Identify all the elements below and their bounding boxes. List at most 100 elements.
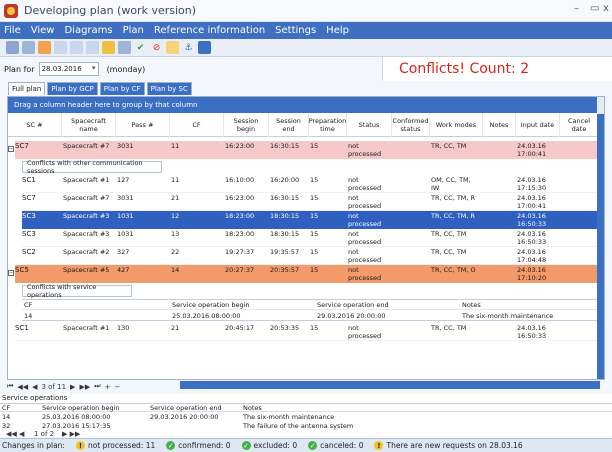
cell-input-date: 24.03.16 16:50:33	[517, 212, 547, 228]
check-circle-icon: ✓	[166, 441, 176, 450]
col-header-pass[interactable]: Pass #	[116, 113, 170, 137]
grid-vertical-scrollbar[interactable]	[597, 97, 604, 379]
anchor-icon[interactable]: ⚓	[182, 41, 195, 54]
table-row[interactable]: SC1 Spacecraft #1 130 21 20:45:17 20:53:…	[15, 323, 599, 341]
close-button[interactable]: x	[603, 3, 609, 14]
note-icon[interactable]	[166, 41, 179, 54]
delete-record-icon[interactable]: −	[114, 383, 120, 391]
tab-plan-by-sc[interactable]: Plan by SC	[146, 82, 192, 95]
group-by-panel[interactable]: Drag a column header here to group by th…	[8, 97, 604, 113]
sub-service-row[interactable]: 14 25.03.2016 08:00:00 29.03.2016 20:00:…	[22, 311, 599, 321]
table-row[interactable]: SC2 Spacecraft #2 327 22 19:27:37 19:35:…	[22, 247, 599, 265]
cell-status: not processed	[348, 230, 382, 246]
cancel-icon[interactable]: ⊘	[150, 41, 163, 54]
svc-col-begin[interactable]: Service operation begin	[42, 404, 120, 412]
exit-icon[interactable]	[198, 41, 211, 54]
cell-session-begin: 16:23:00	[225, 194, 255, 202]
cell-preparation-time: 15	[310, 142, 319, 150]
tab-plan-by-gcp[interactable]: Plan by GCP	[47, 82, 98, 95]
last-record-icon[interactable]: ⏭	[94, 382, 100, 391]
col-header-conformed-status[interactable]: Conformed status	[392, 113, 430, 137]
app-logo-icon	[4, 3, 18, 18]
grid-header: SC # Spacecraft name Pass # CF Session b…	[8, 113, 604, 137]
save-icon[interactable]	[22, 41, 35, 54]
sub-col-end[interactable]: Service operation end	[317, 301, 389, 309]
cell-preparation-time: 15	[310, 212, 319, 220]
prev-page-icon[interactable]: ◀◀	[17, 383, 28, 391]
cell-sc: SC3	[22, 230, 36, 238]
collapse-icon[interactable]: −	[8, 270, 14, 276]
cell-work-modes: TR, CC, TM	[431, 142, 467, 150]
status-canceled: ✓ canceled: 0	[305, 441, 363, 450]
col-header-session-begin[interactable]: Session begin	[224, 113, 269, 137]
next-page-icon[interactable]: ▶▶	[79, 383, 90, 391]
minimize-button[interactable]: –	[574, 3, 579, 14]
checkmark-icon[interactable]: ✔	[134, 41, 147, 54]
paste-icon[interactable]	[70, 41, 83, 54]
table-row[interactable]: SC7 Spacecraft #7 3031 21 16:23:00 16:30…	[22, 193, 599, 211]
table-row[interactable]: − SC5 Spacecraft #5 427 14 20:27:37 20:3…	[8, 265, 599, 283]
title-bar: Developing plan (work version) – ▭ x	[0, 0, 612, 22]
service-row[interactable]: 14 25.03.2016 08:00:00 29.03.2016 20:00:…	[0, 413, 612, 421]
service-operations-title: Service operations	[0, 394, 612, 403]
cell-cf: 13	[171, 230, 180, 238]
col-header-spacecraft-name[interactable]: Spacecraft name	[62, 113, 116, 137]
svc-next-icon[interactable]: ▶ ▶▶	[62, 430, 80, 438]
sub-col-cf[interactable]: CF	[24, 301, 32, 309]
svc-prev-icon[interactable]: ◀◀ ◀	[6, 430, 24, 438]
calendar-icon[interactable]	[118, 41, 131, 54]
cell-spacecraft-name: Spacecraft #1	[63, 176, 110, 184]
col-header-input-date[interactable]: Input date	[516, 113, 560, 137]
menu-help[interactable]: Help	[326, 25, 349, 36]
sub-col-begin[interactable]: Service operation begin	[172, 301, 250, 309]
col-header-cf[interactable]: CF	[170, 113, 224, 137]
first-record-icon[interactable]: ⏮	[7, 382, 13, 391]
col-header-notes[interactable]: Notes	[483, 113, 516, 137]
grid-scroll-thumb[interactable]	[597, 114, 604, 379]
menu-settings[interactable]: Settings	[275, 25, 316, 36]
menu-file[interactable]: File	[4, 25, 21, 36]
svc-col-notes[interactable]: Notes	[243, 404, 262, 412]
tab-plan-by-cf[interactable]: Plan by CF	[99, 82, 145, 95]
grid-horizontal-scrollbar[interactable]	[180, 381, 600, 389]
menu-plan[interactable]: Plan	[123, 25, 144, 36]
col-header-cancel-date[interactable]: Cancel date	[560, 113, 599, 137]
tab-full-plan[interactable]: Full plan	[8, 82, 46, 95]
plan-tabs: Full plan Plan by GCP Plan by CF Plan by…	[8, 82, 194, 96]
col-header-work-modes[interactable]: Work modes	[430, 113, 483, 137]
menu-view[interactable]: View	[31, 25, 55, 36]
collapse-icon[interactable]: −	[8, 146, 14, 152]
plan-label: Plan for	[4, 64, 35, 74]
cell-work-modes: OM, CC, TM, IW	[431, 176, 471, 192]
copy-icon[interactable]	[54, 41, 67, 54]
prev-record-icon[interactable]: ◀	[32, 383, 37, 391]
table-row[interactable]: SC1 Spacecraft #1 127 11 16:10:00 16:20:…	[22, 175, 599, 193]
sub-col-notes[interactable]: Notes	[462, 301, 481, 309]
open-icon[interactable]	[6, 41, 19, 54]
col-header-sc[interactable]: SC #	[8, 113, 62, 137]
plan-date-value: 28.03.2016	[41, 65, 82, 73]
col-header-preparation-time[interactable]: Preparation time	[309, 113, 347, 137]
edit-icon[interactable]	[38, 41, 51, 54]
chevron-down-icon[interactable]: ▾	[92, 64, 96, 72]
cell-input-date: 24.03.16 17:00:41	[517, 142, 547, 158]
cell-input-date: 24.03.16 16:50:33	[517, 230, 547, 246]
table-row[interactable]: − SC7 Spacecraft #7 3031 11 16:23:00 16:…	[8, 141, 599, 159]
svc-col-end[interactable]: Service operation end	[150, 404, 222, 412]
next-record-icon[interactable]: ▶	[70, 383, 75, 391]
service-row[interactable]: 32 27.03.2016 15:17:35 The failure of th…	[0, 422, 612, 430]
svc-record-counter: 1 of 2	[34, 430, 55, 438]
menu-diagrams[interactable]: Diagrams	[64, 25, 112, 36]
add-record-icon[interactable]: +	[105, 383, 111, 391]
print-icon[interactable]	[86, 41, 99, 54]
svc-col-cf[interactable]: CF	[2, 404, 10, 412]
folder-icon[interactable]	[102, 41, 115, 54]
table-row-selected[interactable]: SC3 Spacecraft #3 1031 12 18:23:00 18:30…	[22, 211, 599, 229]
plan-date-picker[interactable]: 28.03.2016 ▾	[38, 62, 99, 76]
col-header-status[interactable]: Status	[347, 113, 392, 137]
col-header-session-end[interactable]: Session end	[269, 113, 309, 137]
maximize-button[interactable]: ▭	[590, 3, 599, 14]
menu-reference-information[interactable]: Reference information	[154, 25, 265, 36]
table-row[interactable]: SC3 Spacecraft #3 1031 13 18:23:00 18:30…	[22, 229, 599, 247]
toolbar: ✔ ⊘ ⚓	[0, 39, 612, 57]
